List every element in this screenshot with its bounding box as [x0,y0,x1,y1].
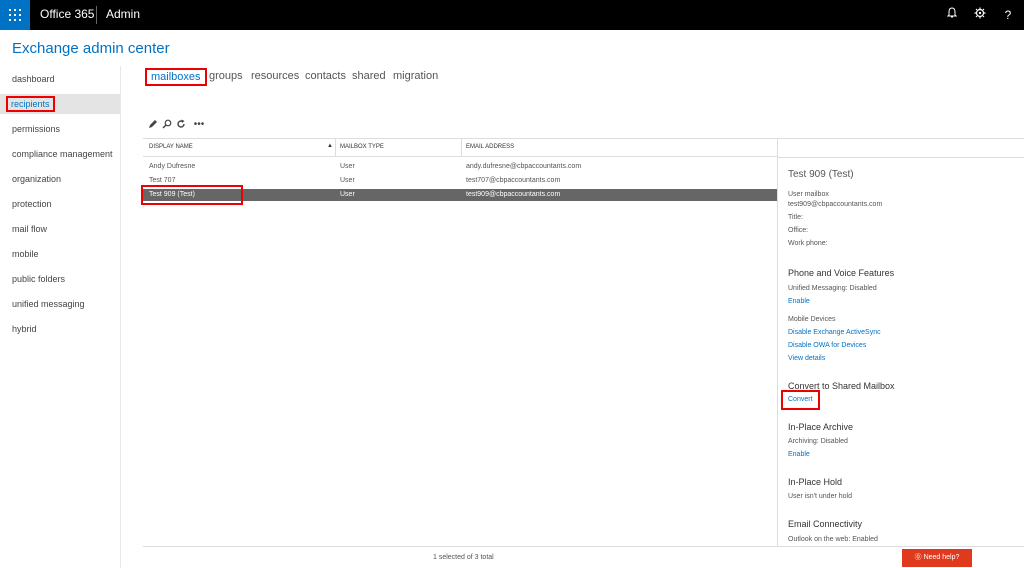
details-title: Test 909 (Test) [788,169,854,180]
in-place-hold-heading: In-Place Hold [788,477,843,487]
help-icon[interactable]: ? [1000,6,1016,24]
selected-row-highlight-box [141,185,243,205]
waffle-icon [9,9,21,21]
nav-item-dashboard[interactable]: dashboard [0,69,121,89]
nav-item-protection[interactable]: protection [0,194,121,214]
owa-status: Outlook on the web: Enabled [788,536,878,543]
nav-label: mail flow [12,224,48,234]
selection-status: 1 selected of 3 total [433,554,494,561]
office-label: Office: [788,227,809,234]
bell-icon[interactable] [944,6,960,24]
nav-divider [120,66,121,568]
tab-groups[interactable]: groups [209,70,243,82]
search-icon[interactable] [161,119,173,131]
archiving-status: Archiving: Disabled [788,438,848,445]
enable-archive-link[interactable]: Enable [788,451,810,458]
need-help-label: Need help? [923,554,960,561]
column-header-mailbox-type[interactable]: MAILBOX TYPE [340,144,384,150]
tab-resources[interactable]: resources [251,70,299,82]
nav-label: compliance management [12,149,113,159]
owa-label: Outlook on the web: [788,536,851,543]
disable-activesync-link[interactable]: Disable Exchange ActiveSync [788,329,881,336]
nav-label: recipients [6,96,55,112]
column-header-email-address[interactable]: EMAIL ADDRESS [466,144,514,150]
owa-value: Enabled [852,536,878,543]
um-status: Disabled [849,285,877,292]
convert-highlight-box [781,390,820,410]
um-label-text: Unified Messaging: [788,285,848,292]
footer-divider [143,546,1024,547]
table-row[interactable]: Andy Dufresne User andy.dufresne@cbpacco… [143,161,777,173]
nav-label: hybrid [12,324,37,334]
cell-mailbox-type: User [340,177,355,184]
mailbox-kind: User mailbox [788,191,829,198]
title-label: Title: [788,214,803,221]
nav-item-mail-flow[interactable]: mail flow [0,219,121,239]
archiving-value: Disabled [820,438,848,445]
admin-link[interactable]: Admin [106,7,140,21]
hold-status: User isn't under hold [788,493,852,500]
cell-email: test909@cbpaccountants.com [466,191,561,198]
nav-item-public-folders[interactable]: public folders [0,269,121,289]
nav-item-compliance-management[interactable]: compliance management [0,144,121,164]
tab-migration[interactable]: migration [393,70,438,82]
nav-item-organization[interactable]: organization [0,169,121,189]
disable-owa-devices-link[interactable]: Disable OWA for Devices [788,342,866,349]
brand-divider [96,6,97,24]
tab-contacts[interactable]: contacts [305,70,346,82]
cell-mailbox-type: User [340,163,355,170]
nav-label: unified messaging [12,299,85,309]
edit-pencil-icon[interactable] [147,119,159,131]
nav-label: organization [12,174,62,184]
nav-label: permissions [12,124,61,134]
nav-label: protection [12,199,52,209]
nav-item-hybrid[interactable]: hybrid [0,319,121,339]
details-email: test909@cbpaccountants.com [788,201,883,208]
column-header-display-name[interactable]: DISPLAY NAME [149,144,193,150]
office365-brand[interactable]: Office 365 [40,7,94,21]
nav-item-permissions[interactable]: permissions [0,119,121,139]
work-phone-label: Work phone: [788,240,828,247]
nav-item-mobile[interactable]: mobile [0,244,121,264]
tab-mailboxes[interactable]: mailboxes [145,68,207,86]
page-title: Exchange admin center [12,40,170,57]
more-options-icon[interactable]: ••• [191,119,207,131]
help-circle-icon: ⓪ [914,554,922,561]
table-header: DISPLAY NAME ▲ MAILBOX TYPE EMAIL ADDRES… [143,139,777,157]
left-nav: dashboard recipients permissions complia… [0,66,121,568]
email-connectivity-heading: Email Connectivity [788,519,863,529]
cell-email: test707@cbpaccountants.com [466,177,561,184]
nav-item-unified-messaging[interactable]: unified messaging [0,294,121,314]
nav-label: mobile [12,249,39,259]
refresh-icon[interactable] [175,119,187,131]
unified-messaging-label: Unified Messaging: Disabled [788,285,877,292]
nav-label: dashboard [12,74,55,84]
tab-shared[interactable]: shared [352,70,386,82]
nav-label: public folders [12,274,66,284]
nav-item-recipients[interactable]: recipients [0,94,121,114]
details-pane: Test 909 (Test) User mailbox test909@cbp… [777,138,1024,546]
column-divider [461,139,462,157]
cell-display-name: Andy Dufresne [149,163,196,170]
in-place-archive-heading: In-Place Archive [788,422,854,432]
top-bar: Office 365 Admin ? [0,0,1024,30]
column-divider [335,139,336,157]
sort-ascending-icon[interactable]: ▲ [327,143,333,149]
cell-email: andy.dufresne@cbpaccountants.com [466,163,582,170]
archiving-label: Archiving: [788,438,819,445]
gear-icon[interactable] [972,6,988,24]
need-help-button[interactable]: ⓪ Need help? [902,549,972,567]
cell-display-name: Test 707 [149,177,176,184]
phone-voice-heading: Phone and Voice Features [788,268,895,278]
view-details-link[interactable]: View details [788,355,825,362]
mobile-devices-label: Mobile Devices [788,316,836,323]
cell-mailbox-type: User [340,191,355,198]
details-header-divider [778,157,1024,158]
enable-um-link[interactable]: Enable [788,298,810,305]
app-launcher-button[interactable] [0,0,30,30]
